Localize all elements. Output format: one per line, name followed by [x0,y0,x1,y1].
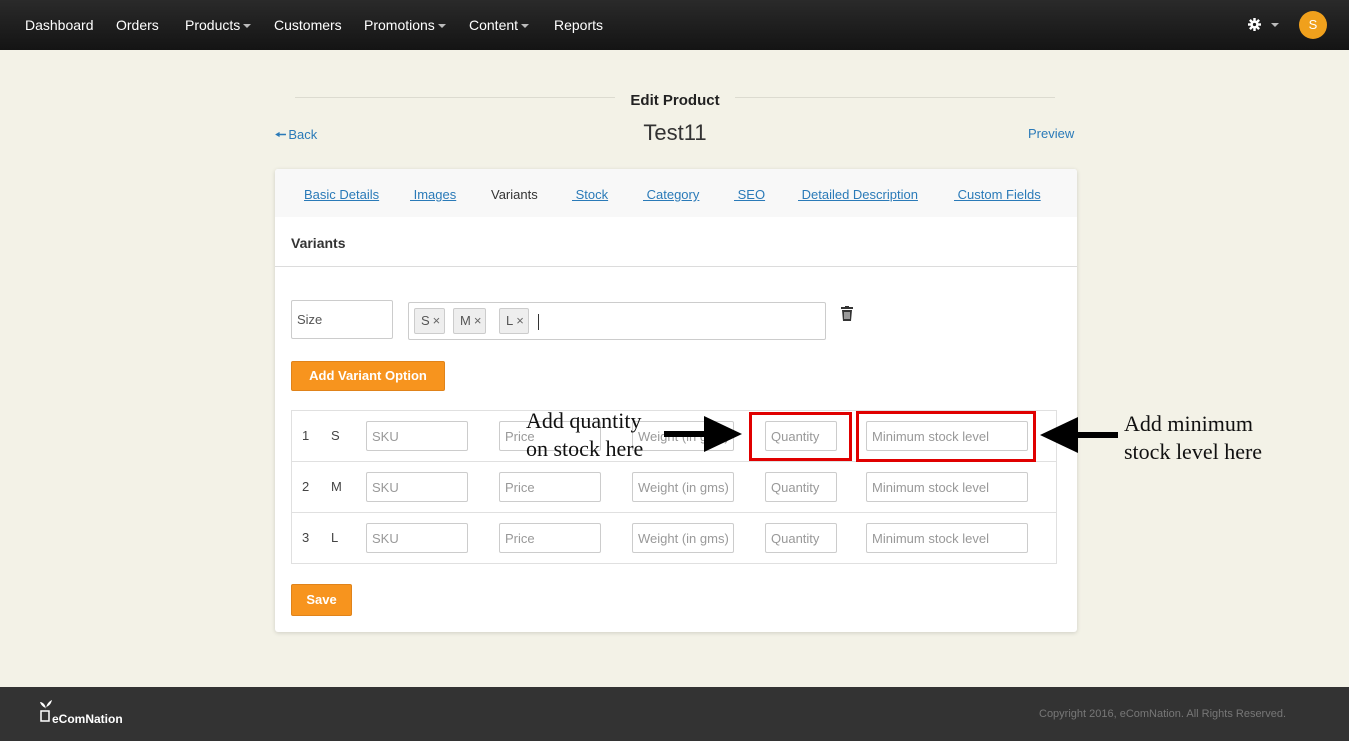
option-name-input[interactable]: Size [291,300,393,339]
tab-variants[interactable]: Variants [491,187,538,202]
text-cursor [538,314,539,330]
page-section-title: Edit Product [630,92,720,109]
min-stock-highlight-box [856,411,1036,462]
back-link[interactable]: 🠔 Back [275,126,317,148]
row-variant-value: M [331,479,342,494]
weight-input[interactable]: Weight (in gms) [632,523,734,553]
preview-link[interactable]: Preview [1028,126,1074,141]
option-values-input[interactable]: S × M × L × [408,302,826,340]
min-stock-input[interactable]: Minimum stock level [866,472,1028,502]
quantity-annotation: Add quantity on stock here [526,408,644,461]
row-variant-value: L [331,530,339,545]
product-edit-card: Basic Details Images Variants Stock Cate… [275,169,1077,632]
logo[interactable]: eComNation [52,712,123,726]
top-navbar: Dashboard Orders Products Customers Prom… [0,0,1349,50]
option-name-value: Size [297,312,323,327]
option-tag-m: M × [453,308,487,334]
footer: eComNation Copyright 2016, eComNation. A… [0,687,1349,741]
tab-basic-details[interactable]: Basic Details [304,187,379,202]
row-index: 1 [302,428,310,443]
chevron-down-icon [437,24,446,29]
arrow-left-icon: 🠔 [275,127,287,142]
page-title: Test11 [643,120,707,145]
option-tag-l: L × [499,308,529,334]
weight-input[interactable]: Weight (in gms) [632,472,734,502]
price-input[interactable]: Price [499,523,601,553]
quantity-input[interactable]: Quantity [765,523,837,553]
arrow-left-icon [1040,417,1118,453]
nav-promotions[interactable]: Promotions [364,17,446,33]
divider [275,266,1077,267]
settings-chevron-down-icon[interactable] [1271,23,1279,27]
variants-heading: Variants [291,235,346,251]
quantity-highlight-box [749,412,852,461]
tab-images[interactable]: Images [410,187,457,202]
option-tag-s: S × [414,308,446,334]
min-stock-input[interactable]: Minimum stock level [866,523,1028,553]
chevron-down-icon [521,24,530,29]
copyright-text: Copyright 2016, eComNation. All Rights R… [1039,708,1287,720]
tab-bar: Basic Details Images Variants Stock Cate… [275,169,1077,217]
min-stock-annotation: Add minimum stock level here [1124,411,1263,464]
nav-products[interactable]: Products [185,17,252,33]
row-variant-value: S [331,428,340,443]
tab-custom-fields[interactable]: Custom Fields [954,187,1041,202]
nav-content[interactable]: Content [469,17,530,33]
row-index: 2 [302,479,310,494]
save-button[interactable]: Save [291,584,352,616]
price-input[interactable]: Price [499,472,601,502]
tab-category[interactable]: Category [643,187,700,202]
remove-tag-icon[interactable]: × [516,313,524,328]
nav-orders[interactable]: Orders [116,17,159,33]
remove-tag-icon[interactable]: × [474,313,482,328]
quantity-input[interactable]: Quantity [765,472,837,502]
sku-input[interactable]: SKU [366,472,468,502]
row-divider [292,512,1056,513]
gear-icon[interactable] [1248,18,1261,34]
avatar[interactable]: S [1299,11,1327,39]
sku-input[interactable]: SKU [366,421,468,451]
chevron-down-icon [243,24,252,29]
add-variant-option-button[interactable]: Add Variant Option [291,361,445,391]
arrow-right-icon [664,416,742,452]
nav-customers[interactable]: Customers [274,17,342,33]
row-index: 3 [302,530,310,545]
tab-detailed-description[interactable]: Detailed Description [798,187,918,202]
remove-tag-icon[interactable]: × [433,313,441,328]
tab-seo[interactable]: SEO [734,187,765,202]
logo-icon [40,700,52,722]
tab-stock[interactable]: Stock [572,187,609,202]
nav-dashboard[interactable]: Dashboard [25,17,94,33]
sku-input[interactable]: SKU [366,523,468,553]
trash-icon[interactable] [841,306,853,321]
nav-reports[interactable]: Reports [554,17,603,33]
